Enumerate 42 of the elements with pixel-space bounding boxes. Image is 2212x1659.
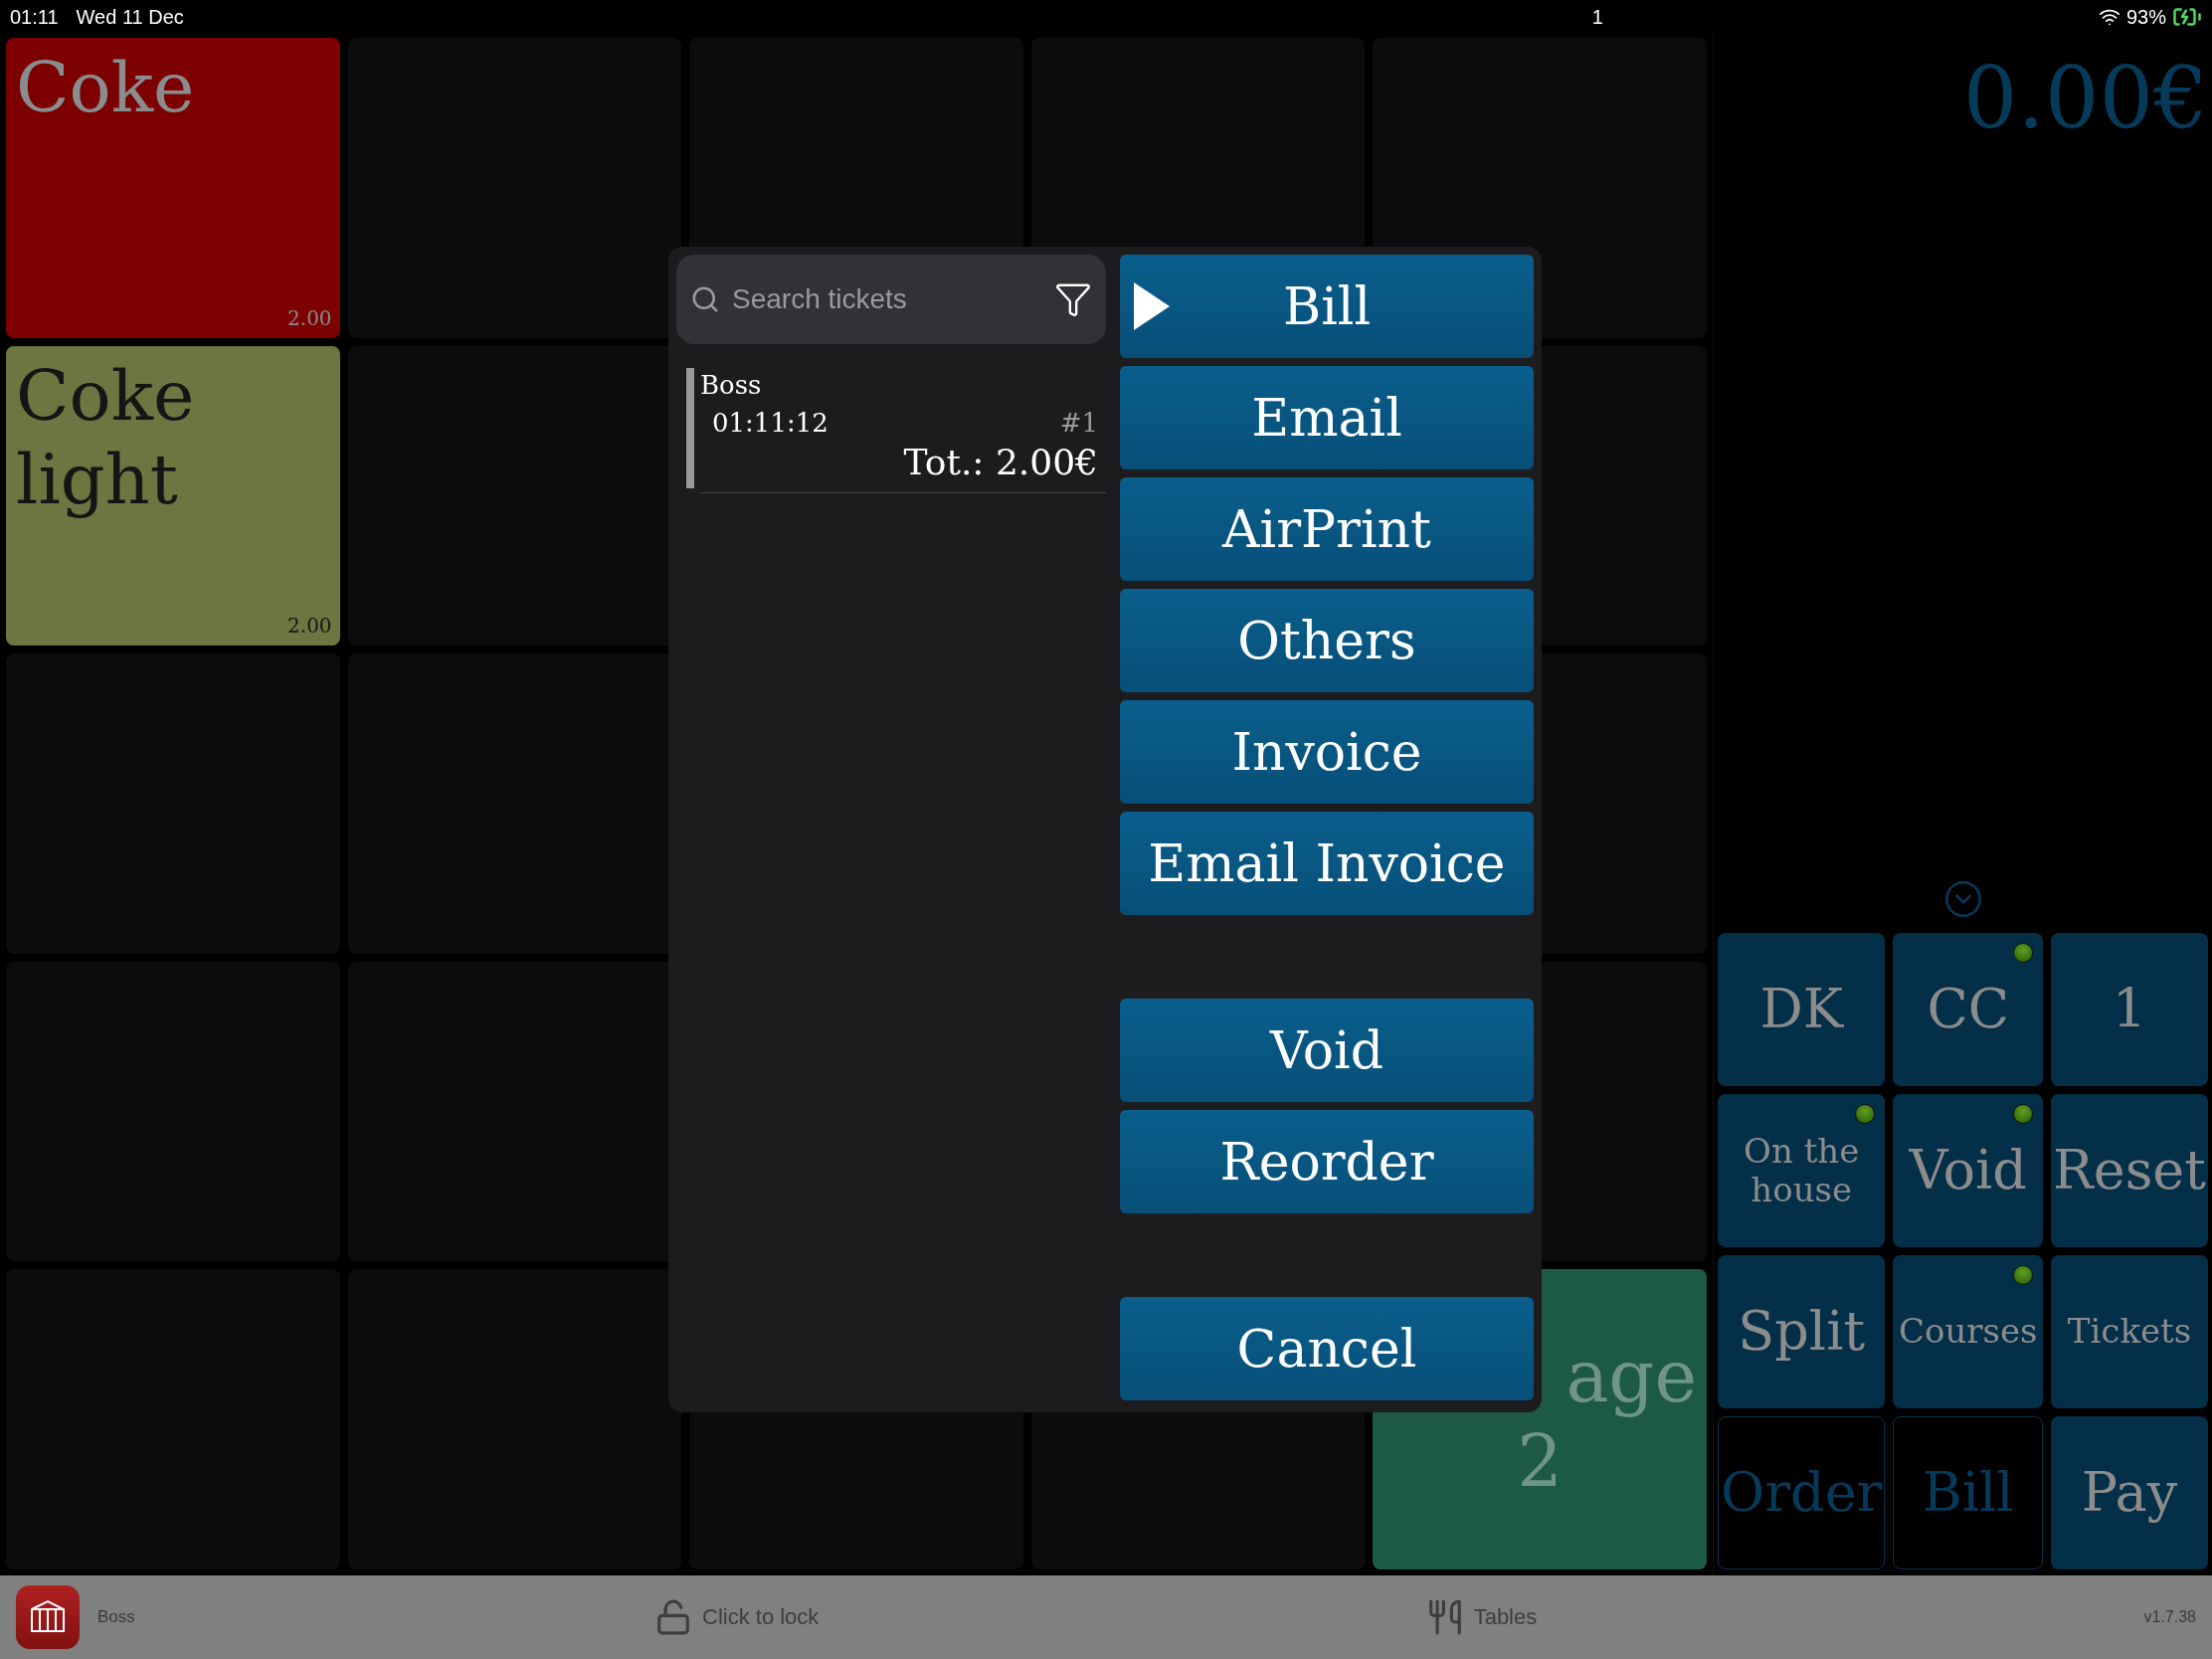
product-name: Coke <box>16 46 196 129</box>
function-key[interactable]: Tickets <box>2051 1255 2208 1408</box>
function-key[interactable]: Split <box>1718 1255 1886 1408</box>
status-indicator: 1 <box>1591 5 1603 29</box>
product-name: Coke light <box>16 353 196 521</box>
user-name: Boss <box>97 1607 136 1627</box>
action-button[interactable]: Email <box>1120 366 1534 469</box>
product-price: 2.00 <box>287 614 332 639</box>
lock-button[interactable]: Click to lock <box>654 1598 820 1636</box>
function-key[interactable]: CC <box>1893 933 2043 1086</box>
search-input[interactable]: Search tickets <box>730 282 1044 316</box>
action-button[interactable]: Reorder <box>1120 1110 1534 1213</box>
action-button[interactable]: Bill <box>1120 255 1534 358</box>
page-label: 2 <box>1517 1419 1564 1506</box>
function-key[interactable]: 1 <box>2051 933 2208 1086</box>
search-field[interactable]: Search tickets <box>676 255 1106 344</box>
function-key[interactable]: On the house <box>1718 1094 1886 1247</box>
ticket-time: 01:11:12 <box>712 408 829 438</box>
battery-level: 93% <box>2125 5 2166 29</box>
version-label: v1.7.38 <box>2143 1608 2196 1626</box>
action-button[interactable]: Cancel <box>1120 1297 1534 1400</box>
tables-button[interactable]: Tables <box>1425 1598 1538 1636</box>
order-total: 0.00€ <box>1962 48 2208 147</box>
function-key[interactable]: Reset <box>2051 1094 2208 1247</box>
function-key[interactable]: DK <box>1718 933 1886 1086</box>
ticket-number: #1 <box>1059 408 1098 438</box>
status-date: Wed 11 Dec <box>76 5 184 29</box>
action-button[interactable]: AirPrint <box>1120 477 1534 581</box>
action-button[interactable]: Email Invoice <box>1120 812 1534 915</box>
product-tile[interactable]: Coke light 2.00 <box>6 345 340 646</box>
status-time: 01:11 <box>10 5 59 29</box>
function-key[interactable]: Pay <box>2051 1416 2208 1569</box>
product-tile[interactable]: Coke 2.00 <box>6 38 340 338</box>
page-label: age <box>1566 1333 1697 1420</box>
ticket-total: Tot.: 2.00€ <box>903 442 1098 482</box>
product-price: 2.00 <box>287 305 332 330</box>
function-key[interactable]: Void <box>1893 1094 2043 1247</box>
action-button[interactable]: Others <box>1120 589 1534 692</box>
action-button[interactable]: Invoice <box>1120 700 1534 804</box>
function-key[interactable]: Courses <box>1893 1255 2043 1408</box>
action-button[interactable]: Void <box>1120 999 1534 1102</box>
ticket-name: Boss <box>700 370 763 400</box>
